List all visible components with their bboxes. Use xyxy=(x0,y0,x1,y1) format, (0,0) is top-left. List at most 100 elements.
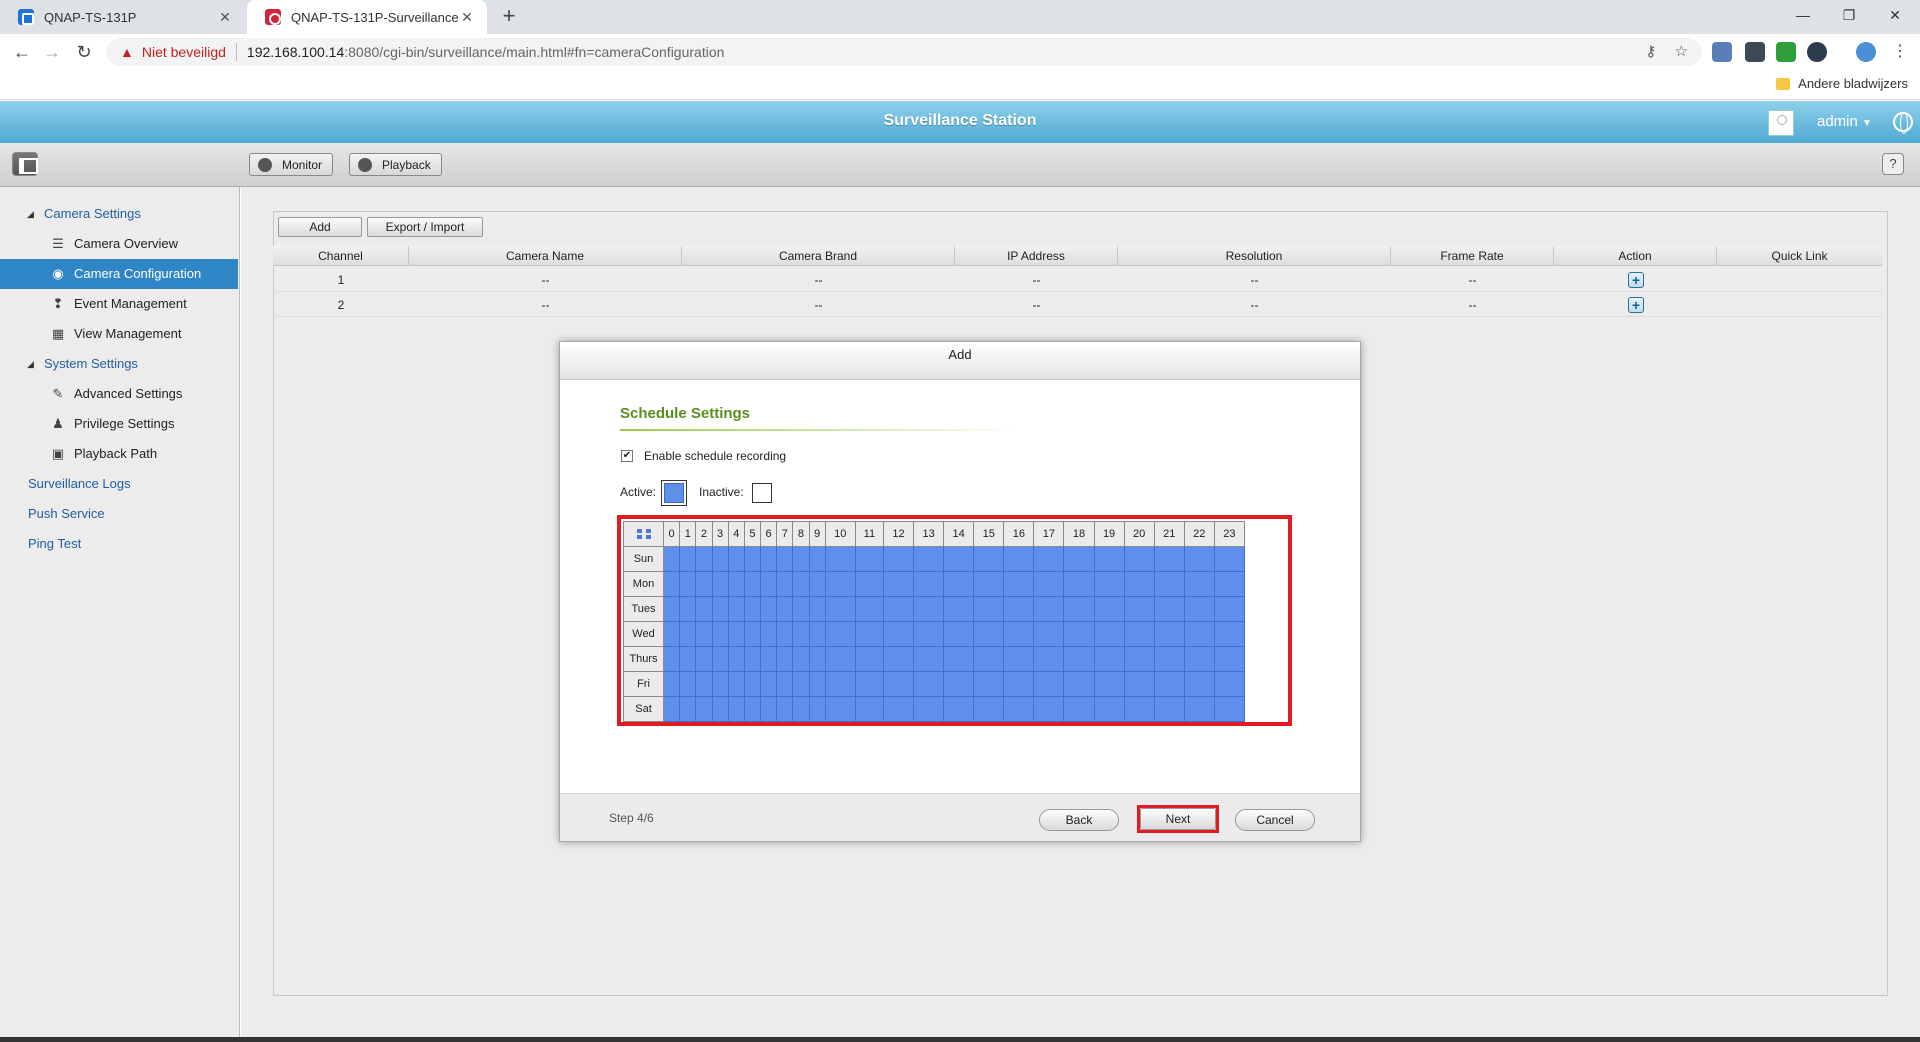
schedule-cell[interactable] xyxy=(808,546,826,572)
schedule-cell[interactable] xyxy=(1003,596,1035,622)
schedule-cell[interactable] xyxy=(1093,671,1125,697)
schedule-cell[interactable] xyxy=(776,646,794,672)
schedule-cell[interactable] xyxy=(854,621,884,647)
add-camera-plus-icon[interactable]: + xyxy=(1628,297,1644,313)
browser-tab-surveillance[interactable]: QNAP-TS-131P-Surveillance Stat ✕ xyxy=(247,0,487,34)
hour-header[interactable]: 5 xyxy=(743,521,762,547)
sidebar-item-camera-overview[interactable]: ☰ Camera Overview xyxy=(0,229,238,259)
schedule-cell[interactable] xyxy=(760,671,778,697)
schedule-cell[interactable] xyxy=(943,571,975,597)
avatar[interactable] xyxy=(1768,110,1794,136)
schedule-cell[interactable] xyxy=(792,596,810,622)
schedule-cell[interactable] xyxy=(824,621,856,647)
schedule-grid[interactable]: 0 1 2 3 4 5 6 7 8 9 10 11 12 13 14 15 16 17 18 19 20 21 22 23 Su… xyxy=(623,521,1246,722)
schedule-cell[interactable] xyxy=(854,671,884,697)
schedule-cell[interactable] xyxy=(679,696,697,722)
playback-button[interactable]: Playback xyxy=(349,153,442,176)
extension-download-icon[interactable] xyxy=(1776,42,1796,62)
back-button[interactable]: Back xyxy=(1039,809,1119,831)
next-button[interactable]: Next xyxy=(1140,808,1216,830)
schedule-cell[interactable] xyxy=(1033,596,1065,622)
hour-header[interactable]: 0 xyxy=(662,521,681,547)
schedule-cell[interactable] xyxy=(913,671,945,697)
schedule-cell[interactable] xyxy=(743,696,762,722)
close-tab-icon[interactable]: ✕ xyxy=(217,9,233,26)
schedule-cell[interactable] xyxy=(943,596,975,622)
minimize-icon[interactable]: — xyxy=(1780,0,1826,30)
browser-tab-qnap[interactable]: QNAP-TS-131P ✕ xyxy=(0,0,245,34)
schedule-cell[interactable] xyxy=(792,671,810,697)
schedule-cell[interactable] xyxy=(973,596,1005,622)
schedule-cell[interactable] xyxy=(695,696,713,722)
schedule-cell[interactable] xyxy=(711,621,729,647)
schedule-cell[interactable] xyxy=(913,571,945,597)
schedule-cell[interactable] xyxy=(1183,696,1215,722)
schedule-cell[interactable] xyxy=(913,621,945,647)
hour-header[interactable]: 23 xyxy=(1213,521,1246,547)
schedule-cell[interactable] xyxy=(808,596,826,622)
schedule-cell[interactable] xyxy=(882,696,915,722)
schedule-cell[interactable] xyxy=(1093,596,1125,622)
schedule-cell[interactable] xyxy=(854,646,884,672)
enable-schedule-checkbox[interactable]: ✔ xyxy=(621,450,633,462)
schedule-cell[interactable] xyxy=(1123,696,1155,722)
day-header[interactable]: Wed xyxy=(623,621,664,647)
schedule-cell[interactable] xyxy=(854,571,884,597)
schedule-cell[interactable] xyxy=(824,546,856,572)
day-header[interactable]: Fri xyxy=(623,671,664,697)
column-header[interactable]: IP Address xyxy=(955,246,1118,266)
schedule-cell[interactable] xyxy=(882,571,915,597)
table-row[interactable]: 1 -- -- -- -- -- + xyxy=(273,268,1882,292)
schedule-cell[interactable] xyxy=(973,621,1005,647)
schedule-cell[interactable] xyxy=(711,696,729,722)
schedule-cell[interactable] xyxy=(1003,546,1035,572)
schedule-cell[interactable] xyxy=(1033,571,1065,597)
schedule-cell[interactable] xyxy=(679,546,697,572)
schedule-cell[interactable] xyxy=(679,621,697,647)
sidebar-item-surveillance-logs[interactable]: Surveillance Logs xyxy=(0,469,238,499)
hour-header[interactable]: 18 xyxy=(1063,521,1095,547)
schedule-cell[interactable] xyxy=(727,646,745,672)
hour-header[interactable]: 12 xyxy=(882,521,915,547)
other-bookmarks[interactable]: Andere bladwijzers xyxy=(1776,76,1908,91)
sidebar-group-camera-settings[interactable]: ◢ Camera Settings xyxy=(0,199,238,229)
enable-schedule-label[interactable]: Enable schedule recording xyxy=(644,449,786,463)
schedule-cell[interactable] xyxy=(1123,621,1155,647)
schedule-cell[interactable] xyxy=(792,621,810,647)
schedule-cell[interactable] xyxy=(1123,571,1155,597)
schedule-cell[interactable] xyxy=(808,571,826,597)
sidebar-item-playback-path[interactable]: ▣ Playback Path xyxy=(0,439,238,469)
hour-header[interactable]: 17 xyxy=(1033,521,1065,547)
schedule-cell[interactable] xyxy=(662,596,681,622)
schedule-cell[interactable] xyxy=(882,596,915,622)
schedule-cell[interactable] xyxy=(1093,696,1125,722)
schedule-cell[interactable] xyxy=(1123,671,1155,697)
schedule-cell[interactable] xyxy=(854,596,884,622)
schedule-cell[interactable] xyxy=(1033,671,1065,697)
schedule-cell[interactable] xyxy=(662,671,681,697)
schedule-cell[interactable] xyxy=(1063,646,1095,672)
schedule-cell[interactable] xyxy=(1063,596,1095,622)
schedule-cell[interactable] xyxy=(824,646,856,672)
close-tab-icon[interactable]: ✕ xyxy=(459,9,475,26)
schedule-cell[interactable] xyxy=(1213,696,1246,722)
schedule-cell[interactable] xyxy=(1213,646,1246,672)
schedule-cell[interactable] xyxy=(711,596,729,622)
hour-header[interactable]: 2 xyxy=(695,521,713,547)
schedule-cell[interactable] xyxy=(1153,571,1185,597)
schedule-cell[interactable] xyxy=(1183,546,1215,572)
extension-shield-icon[interactable] xyxy=(1745,42,1765,62)
url-field[interactable]: ▲ Niet beveiligd 192.168.100.14 :8080/cg… xyxy=(106,38,1702,66)
schedule-cell[interactable] xyxy=(1123,546,1155,572)
schedule-cell[interactable] xyxy=(882,646,915,672)
cancel-button[interactable]: Cancel xyxy=(1235,809,1315,831)
schedule-cell[interactable] xyxy=(695,546,713,572)
schedule-cell[interactable] xyxy=(1183,621,1215,647)
sidebar-item-push-service[interactable]: Push Service xyxy=(0,499,238,529)
schedule-cell[interactable] xyxy=(943,546,975,572)
schedule-cell[interactable] xyxy=(1003,696,1035,722)
schedule-cell[interactable] xyxy=(824,571,856,597)
schedule-cell[interactable] xyxy=(973,571,1005,597)
schedule-cell[interactable] xyxy=(662,696,681,722)
hour-header[interactable]: 20 xyxy=(1123,521,1155,547)
